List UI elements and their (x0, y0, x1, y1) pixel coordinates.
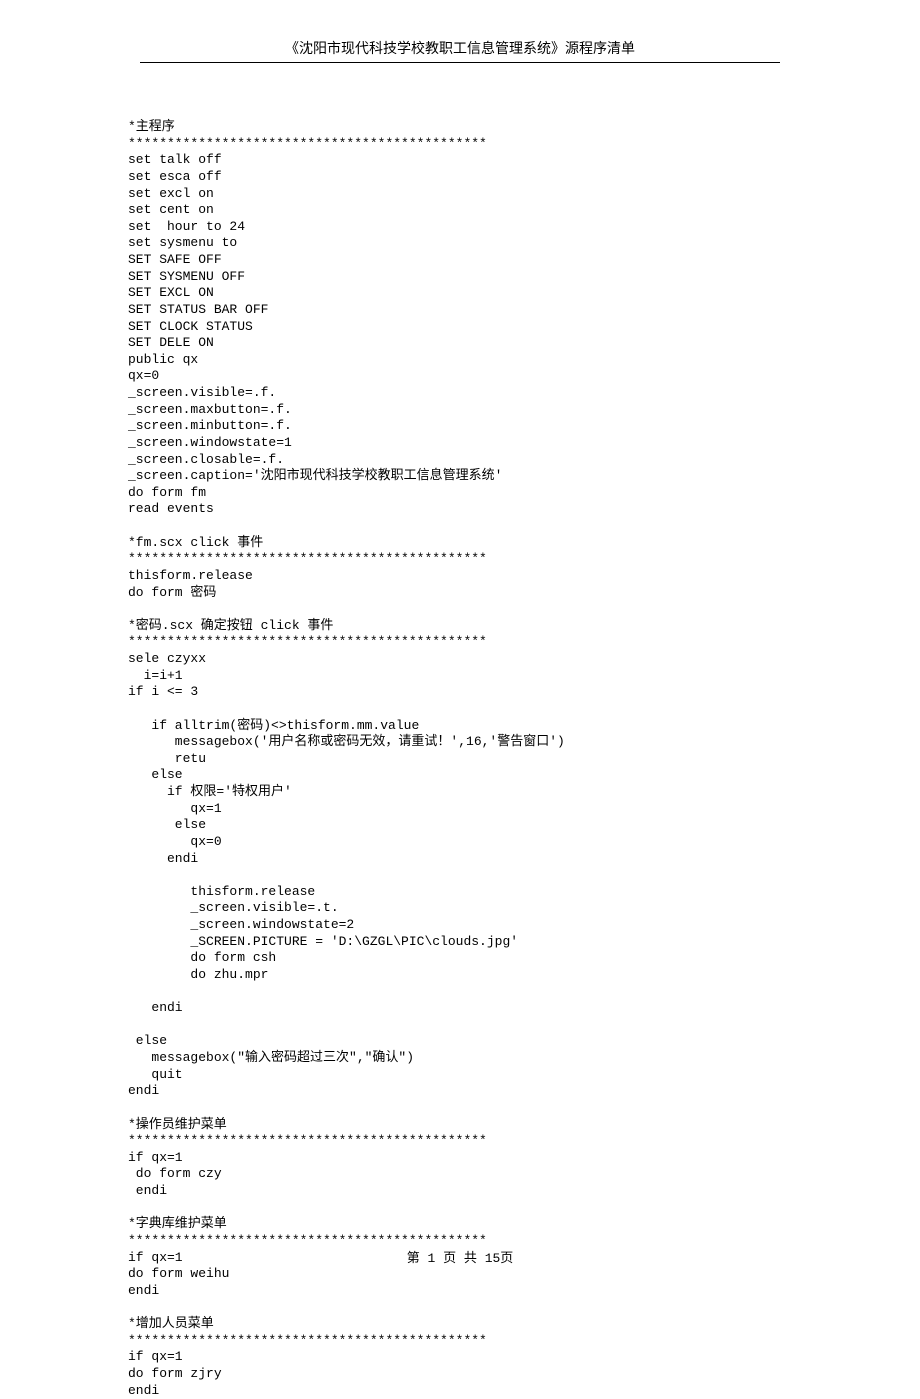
page-number: 第 1 页 共 15页 (407, 1251, 514, 1266)
header-title: 《沈阳市现代科技学校教职工信息管理系统》源程序清单 (285, 42, 635, 58)
code-listing: *主程序 ***********************************… (0, 63, 920, 1399)
page-footer: 第 1 页 共 15页 (0, 1247, 920, 1266)
page-header: 《沈阳市现代科技学校教职工信息管理系统》源程序清单 (0, 0, 920, 63)
